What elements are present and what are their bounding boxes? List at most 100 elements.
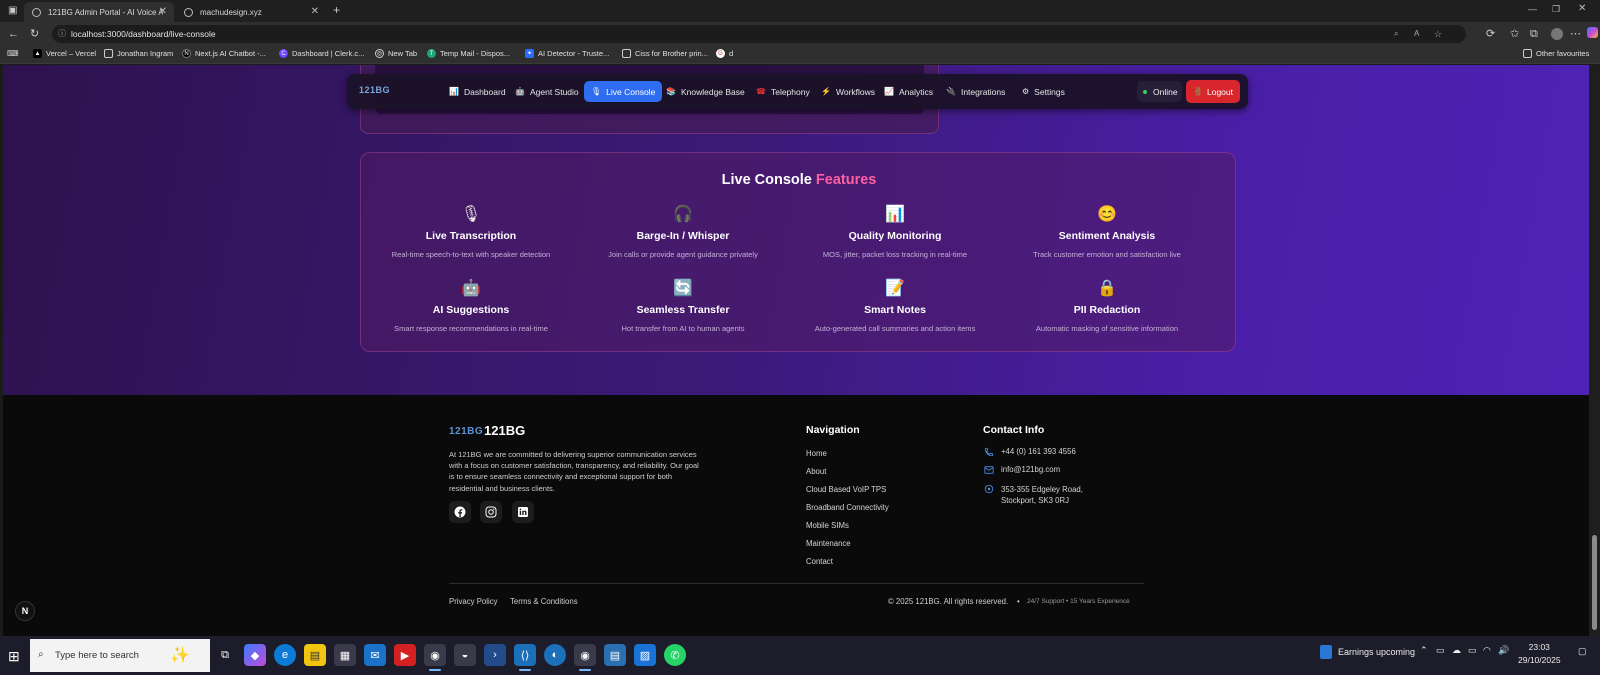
other-favourites[interactable]: Other favourites xyxy=(1523,49,1589,58)
task-view-icon[interactable]: ⧉ xyxy=(214,644,236,666)
search-highlight-icon: ✨ xyxy=(170,647,190,664)
url-field[interactable]: ⓘ localhost:3000/dashboard/live-console … xyxy=(52,25,1466,43)
bookmark-item[interactable]: ◎ New Tab xyxy=(375,49,417,58)
contact-email[interactable]: info@121bg.com xyxy=(983,465,1060,475)
collections-icon[interactable]: ⧉ xyxy=(1530,27,1538,41)
feature-desc: Hot transfer from AI to human agents xyxy=(621,324,745,333)
footer-link-home[interactable]: Home xyxy=(806,449,827,458)
photos-icon[interactable]: ▨ xyxy=(634,644,656,666)
tab-machudesign[interactable]: machudesign.xyz ✕ xyxy=(176,2,326,22)
footer-link-maintenance[interactable]: Maintenance xyxy=(806,539,851,548)
powershell-icon[interactable]: › xyxy=(484,644,506,666)
site-info-icon[interactable]: ⓘ xyxy=(58,25,66,43)
youtube-icon[interactable]: ▶ xyxy=(394,644,416,666)
scrollbar-thumb[interactable] xyxy=(1592,535,1597,630)
notification-icon[interactable]: ▢ xyxy=(1578,646,1587,657)
vscode-icon[interactable]: ⟨⟩ xyxy=(514,644,536,671)
whatsapp-icon[interactable]: ✆ xyxy=(664,644,686,666)
nav-item-dashboard[interactable]: 📊 Dashboard xyxy=(442,81,513,102)
vercel-icon: ▲ xyxy=(33,49,42,58)
footer-logo-mark[interactable]: 121BG xyxy=(449,426,483,437)
back-icon[interactable]: ← xyxy=(8,27,19,41)
tempmail-icon: T xyxy=(427,49,436,58)
reading-icon[interactable]: ⌨ xyxy=(7,49,19,58)
logout-button[interactable]: 🚪 Logout xyxy=(1186,80,1240,103)
more-options-icon[interactable]: ⋯ xyxy=(1570,27,1581,41)
feature-name: Quality Monitoring xyxy=(848,230,942,242)
memo-icon: 📝 xyxy=(885,280,905,297)
instagram-link[interactable] xyxy=(480,501,502,523)
mail-icon[interactable]: ✉ xyxy=(364,644,386,666)
notepad-icon[interactable]: ▤ xyxy=(604,644,626,666)
contact-phone[interactable]: +44 (0) 161 393 4556 xyxy=(983,447,1076,457)
nav-item-analytics[interactable]: 📈 Analytics xyxy=(877,81,940,102)
footer-link-contact[interactable]: Contact xyxy=(806,557,833,566)
tray-chevron-icon[interactable]: ⌃ xyxy=(1420,645,1428,656)
bookmark-item[interactable]: Jonathan Ingram xyxy=(104,49,173,58)
facebook-link[interactable] xyxy=(449,501,471,523)
close-tab-icon[interactable]: ✕ xyxy=(311,6,319,17)
taskbar-search-input[interactable]: ⌕ Type here to search ✨ xyxy=(30,639,210,672)
file-explorer-icon[interactable]: ▤ xyxy=(304,644,326,666)
tab-title: machudesign.xyz xyxy=(200,7,262,17)
footer-link-mobile-sims[interactable]: Mobile SIMs xyxy=(806,521,849,530)
windows-start-icon[interactable]: ⊞ xyxy=(8,648,20,665)
tab-admin-portal[interactable]: 121BG Admin Portal - AI Voice A ✕ xyxy=(24,2,174,22)
app-logo[interactable]: 121BG xyxy=(359,85,390,95)
linkedin-link[interactable] xyxy=(512,501,534,523)
battery-icon[interactable]: ▭ xyxy=(1468,645,1477,656)
refresh-icon[interactable]: ↻ xyxy=(30,27,39,41)
bookmark-label: Temp Mail - Dispos... xyxy=(440,49,511,58)
nav-item-workflows[interactable]: ⚡ Workflows xyxy=(814,81,882,102)
bookmark-item[interactable]: Gd xyxy=(716,49,733,58)
favorite-star-icon[interactable]: ☆ xyxy=(1434,25,1442,43)
app-icon[interactable]: ◐ xyxy=(544,644,566,666)
bookmark-item[interactable]: Ciss for Brother prin... xyxy=(622,49,708,58)
privacy-policy-link[interactable]: Privacy Policy xyxy=(449,597,498,606)
copilot-app-icon[interactable]: ◆ xyxy=(244,644,266,666)
nav-item-settings[interactable]: ⚙ Settings xyxy=(1015,81,1072,102)
extensions-icon[interactable]: ⟳ xyxy=(1486,27,1495,41)
nextjs-dev-badge[interactable]: N xyxy=(15,601,35,621)
nav-item-knowledge-base[interactable]: 📚 Knowledge Base xyxy=(659,81,752,102)
tray-app-icon[interactable]: ▭ xyxy=(1436,645,1445,656)
restore-icon[interactable]: ❐ xyxy=(1552,4,1560,15)
wifi-icon[interactable]: ◠ xyxy=(1483,645,1491,656)
tab-favicon-icon xyxy=(32,7,41,17)
bookmark-item[interactable]: T Temp Mail - Dispos... xyxy=(427,49,510,58)
bookmark-item[interactable]: C Dashboard | Clerk.c... xyxy=(279,49,364,58)
nav-item-agent-studio[interactable]: 🤖 Agent Studio xyxy=(508,81,586,102)
close-window-icon[interactable]: ✕ xyxy=(1578,3,1586,14)
terms-link[interactable]: Terms & Conditions xyxy=(510,597,578,606)
folder-icon xyxy=(104,49,113,58)
footer-link-broadband[interactable]: Broadband Connectivity xyxy=(806,503,889,512)
nav-item-live-console[interactable]: 🎙 Live Console xyxy=(584,81,663,102)
edge-icon[interactable]: e xyxy=(274,644,296,666)
close-tab-icon[interactable]: ✕ xyxy=(159,6,167,17)
store-icon[interactable]: ▦ xyxy=(334,644,356,666)
nav-item-integrations[interactable]: 🔌 Integrations xyxy=(939,81,1012,102)
footer-link-voip[interactable]: Cloud Based VoIP TPS xyxy=(806,485,886,494)
footer-link-about[interactable]: About xyxy=(806,467,826,476)
favorites-icon[interactable]: ✩ xyxy=(1510,27,1519,41)
zoom-icon[interactable]: ⌕ xyxy=(1394,25,1398,43)
status-label: Online xyxy=(1153,86,1178,97)
minimize-icon[interactable]: — xyxy=(1528,4,1537,14)
sidebar-toggle-icon[interactable]: ▣ xyxy=(8,5,17,16)
nav-item-telephony[interactable]: ☎ Telephony xyxy=(749,81,817,102)
bookmark-item[interactable]: N Next.js AI Chatbot -... xyxy=(182,49,266,58)
profile-avatar[interactable] xyxy=(1551,28,1563,40)
news-widget[interactable]: Earnings upcoming xyxy=(1320,645,1415,659)
bookmark-item[interactable]: ✦ AI Detector - Truste... xyxy=(525,49,609,58)
cloud-icon[interactable]: ☁ xyxy=(1452,645,1461,656)
copilot-icon[interactable] xyxy=(1587,27,1598,38)
page-scrollbar[interactable] xyxy=(1589,65,1600,636)
bookmark-item[interactable]: ▲ Vercel – Vercel xyxy=(33,49,96,58)
chrome-icon[interactable]: ◉ xyxy=(424,644,446,671)
chrome-icon[interactable]: ◉ xyxy=(574,644,596,671)
volume-icon[interactable]: 🔊 xyxy=(1498,645,1509,656)
taskbar-clock[interactable]: 23:03 29/10/2025 xyxy=(1518,641,1561,667)
new-tab-icon[interactable]: + xyxy=(333,3,340,17)
app-icon[interactable]: ◒ xyxy=(454,644,476,666)
read-aloud-icon[interactable]: A xyxy=(1414,25,1419,43)
